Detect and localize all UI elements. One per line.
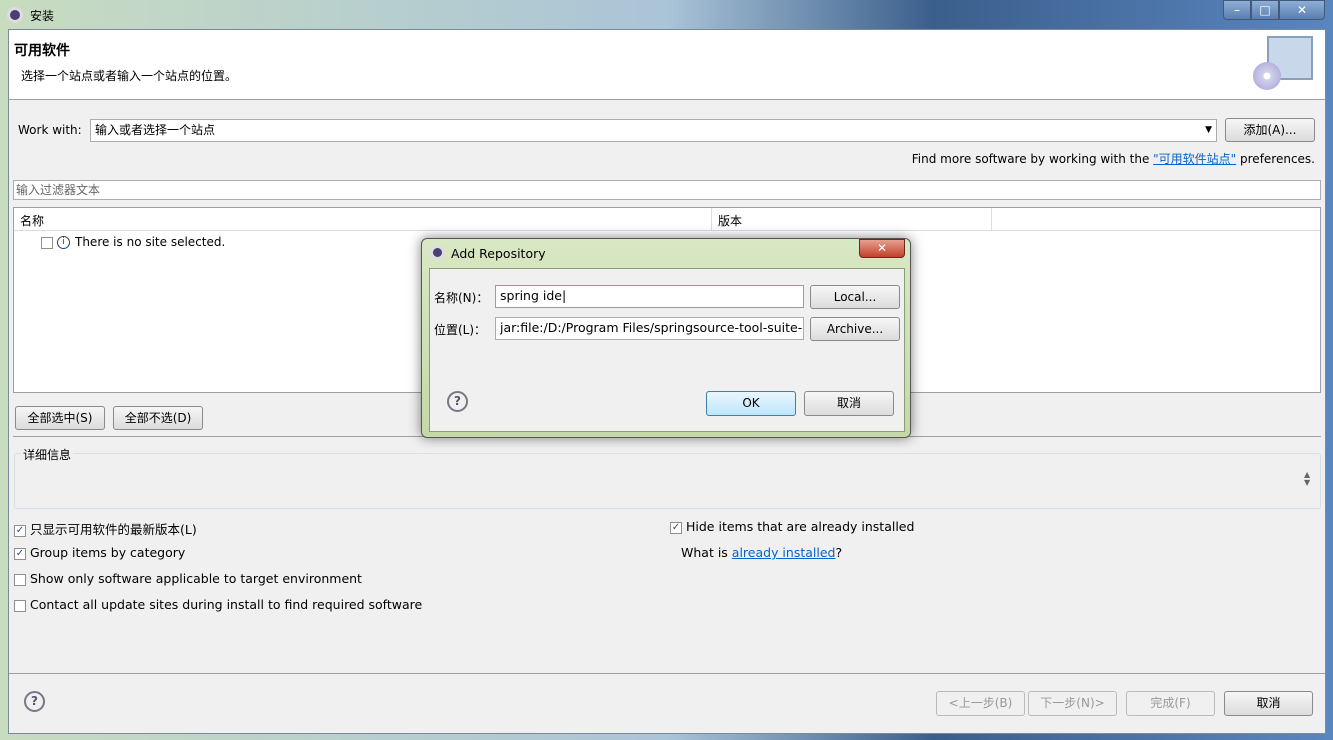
cd-icon: [1253, 62, 1281, 90]
finish-button[interactable]: 完成(F): [1126, 691, 1215, 716]
location-input[interactable]: jar:file:/D:/Program Files/springsource-…: [495, 317, 804, 340]
available-sites-link[interactable]: "可用软件站点": [1153, 152, 1236, 166]
dialog-close-button[interactable]: ✕: [859, 239, 905, 258]
eclipse-gear-icon: [430, 245, 445, 260]
page-subtitle: 选择一个站点或者输入一个站点的位置。: [21, 69, 238, 83]
details-scrollbar[interactable]: ▲ ▼: [1304, 471, 1310, 487]
option-label: Show only software applicable to target …: [30, 571, 362, 586]
page-title: 可用软件: [14, 43, 70, 59]
filter-placeholder: 输入过滤器文本: [16, 183, 101, 197]
help-icon[interactable]: ?: [447, 391, 468, 412]
select-all-button[interactable]: 全部选中(S): [15, 406, 105, 430]
name-label: 名称(N)：: [434, 291, 489, 305]
find-more-prefix: Find more software by working with the: [911, 152, 1154, 166]
dialog-cancel-button[interactable]: 取消: [804, 391, 894, 416]
add-site-button[interactable]: 添加(A)...: [1225, 118, 1315, 142]
archive-button[interactable]: Archive...: [810, 317, 900, 341]
contact-update-sites-option[interactable]: Contact all update sites during install …: [14, 597, 422, 612]
row-checkbox[interactable]: [41, 236, 53, 249]
local-button[interactable]: Local...: [810, 285, 900, 309]
location-value: jar:file:/D:/Program Files/springsource-…: [500, 320, 804, 335]
details-label: 详细信息: [21, 446, 74, 463]
eclipse-gear-icon: [7, 7, 23, 23]
details-group: [14, 453, 1321, 509]
latest-version-option[interactable]: ✓ 只显示可用软件的最新版本(L): [14, 519, 197, 538]
deselect-all-button[interactable]: 全部不选(D): [113, 406, 203, 430]
footer-divider: [9, 673, 1325, 674]
what-is-installed: What is already installed?: [681, 545, 842, 560]
table-row[interactable]: i There is no site selected.: [41, 235, 225, 249]
name-value: spring ide: [500, 288, 562, 303]
column-header-version[interactable]: 版本: [712, 208, 992, 231]
work-with-combo[interactable]: 输入或者选择一个站点 ▼: [90, 119, 1217, 142]
add-repository-dialog: Add Repository ✕ 名称(N)： spring ide| Loca…: [421, 238, 911, 438]
title-bar: 安装 – □ ✕: [0, 0, 1333, 30]
option-label: Group items by category: [30, 545, 186, 560]
checkbox[interactable]: ✓: [14, 547, 26, 560]
group-by-category-option[interactable]: ✓ Group items by category: [14, 545, 185, 560]
checkbox[interactable]: [14, 599, 26, 612]
what-is-suffix: ?: [835, 545, 843, 560]
cancel-button[interactable]: 取消: [1224, 691, 1313, 716]
find-more-suffix: preferences.: [1236, 152, 1315, 166]
option-label: 只显示可用软件的最新版本(L): [30, 522, 197, 537]
checkbox[interactable]: ✓: [670, 521, 682, 534]
dialog-title: Add Repository: [451, 246, 546, 261]
info-icon: i: [57, 236, 70, 249]
row-text: There is no site selected.: [75, 235, 226, 249]
work-with-label: Work with:: [18, 123, 82, 137]
column-header-empty: [992, 208, 1320, 231]
ok-button[interactable]: OK: [706, 391, 796, 416]
name-input[interactable]: spring ide|: [495, 285, 804, 308]
dialog-body: 名称(N)： spring ide| Local... 位置(L)： jar:f…: [429, 268, 905, 432]
minimize-button[interactable]: –: [1223, 0, 1251, 20]
hide-installed-option[interactable]: ✓ Hide items that are already installed: [670, 519, 914, 534]
work-with-value: 输入或者选择一个站点: [95, 123, 216, 137]
checkbox[interactable]: ✓: [14, 524, 26, 537]
location-label: 位置(L)：: [434, 323, 487, 337]
dropdown-arrow-icon[interactable]: ▼: [1205, 120, 1212, 140]
already-installed-link[interactable]: already installed: [732, 545, 836, 560]
window-title: 安装: [30, 9, 55, 23]
close-button[interactable]: ✕: [1279, 0, 1325, 20]
find-more-text: Find more software by working with the "…: [912, 150, 1315, 167]
what-is-prefix: What is: [681, 545, 732, 560]
option-label: Contact all update sites during install …: [30, 597, 423, 612]
maximize-button[interactable]: □: [1251, 0, 1279, 20]
help-icon[interactable]: ?: [24, 691, 45, 712]
checkbox[interactable]: [14, 573, 26, 586]
filter-input[interactable]: 输入过滤器文本: [13, 180, 1321, 200]
column-header-name[interactable]: 名称: [14, 208, 712, 231]
option-label: Hide items that are already installed: [686, 519, 915, 534]
back-button[interactable]: <上一步(B): [936, 691, 1025, 716]
next-button[interactable]: 下一步(N)>: [1028, 691, 1117, 716]
header-banner: 可用软件 选择一个站点或者输入一个站点的位置。: [9, 30, 1325, 100]
target-environment-option[interactable]: Show only software applicable to target …: [14, 571, 362, 586]
